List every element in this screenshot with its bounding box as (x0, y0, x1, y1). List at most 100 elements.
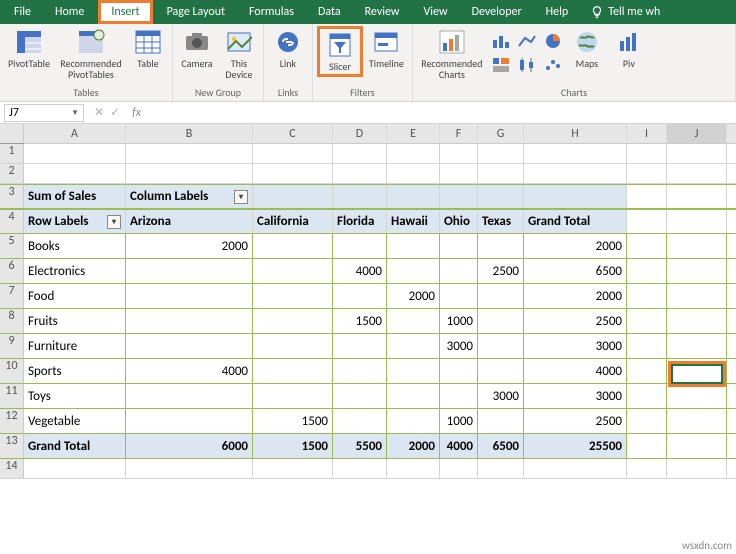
pivot-cell[interactable]: 3000 (478, 384, 524, 408)
slicer-button[interactable]: Slicer (317, 26, 363, 77)
menu-review[interactable]: Review (355, 0, 410, 24)
row-13[interactable]: 13 Grand Total 6000 1500 5500 2000 4000 … (0, 434, 736, 459)
worksheet-grid[interactable]: A B C D E F G H I J 1 2 3 Sum of Sales C… (0, 124, 736, 479)
pivot-row-label[interactable]: Toys (24, 384, 126, 408)
menu-data[interactable]: Data (308, 0, 351, 24)
col-header-G[interactable]: G (478, 124, 524, 143)
pivot-row-label[interactable]: Books (24, 234, 126, 258)
scatter-chart-icon[interactable] (541, 54, 565, 76)
recommended-charts-button[interactable]: Recommended Charts (417, 26, 487, 82)
pivot-cell[interactable] (253, 284, 333, 308)
menu-page-layout[interactable]: Page Layout (157, 0, 235, 24)
pivot-cell[interactable] (387, 359, 440, 383)
pivot-cell[interactable] (478, 359, 524, 383)
pivot-cell[interactable] (333, 334, 387, 358)
link-button[interactable]: Link (268, 26, 308, 71)
recommended-pivottables-button[interactable]: Recommended PivotTables (56, 26, 126, 82)
pivot-column-labels[interactable]: Column Labels ▾ (126, 185, 253, 208)
hierarchy-chart-icon[interactable] (489, 54, 513, 76)
row-1[interactable]: 1 (0, 144, 736, 164)
pivot-cell[interactable] (253, 309, 333, 333)
pivot-cell[interactable] (126, 309, 253, 333)
pivot-cell[interactable] (478, 234, 524, 258)
pivot-cell[interactable] (253, 384, 333, 408)
pivot-cell[interactable]: 1500 (333, 309, 387, 333)
menu-developer[interactable]: Developer (462, 0, 532, 24)
col-header-A[interactable]: A (24, 124, 126, 143)
row-3[interactable]: 3 Sum of Sales Column Labels ▾ (0, 184, 736, 209)
pivot-row-labels[interactable]: Row Labels ▾ (24, 210, 126, 233)
pivot-row-label[interactable]: Food (24, 284, 126, 308)
menu-insert[interactable]: Insert (98, 0, 152, 24)
row-10[interactable]: 10Sports40004000 (0, 359, 736, 384)
pivot-row-total[interactable]: 3000 (524, 384, 627, 408)
pivot-cell[interactable] (126, 384, 253, 408)
column-headers[interactable]: A B C D E F G H I J (0, 124, 736, 144)
pivot-cell[interactable] (440, 359, 478, 383)
pivot-cell[interactable] (387, 409, 440, 433)
row-12[interactable]: 12Vegetable150010002500 (0, 409, 736, 434)
pivot-cell[interactable] (478, 334, 524, 358)
row-8[interactable]: 8Fruits150010002500 (0, 309, 736, 334)
statistic-chart-icon[interactable] (515, 54, 539, 76)
pivot-row-total[interactable]: 2500 (524, 309, 627, 333)
pie-chart-icon[interactable] (541, 30, 565, 52)
row-6[interactable]: 6Electronics400025006500 (0, 259, 736, 284)
pivot-row-total[interactable]: 4000 (524, 359, 627, 383)
chevron-down-icon[interactable]: ▼ (71, 108, 79, 118)
formula-input[interactable] (153, 104, 736, 122)
timeline-button[interactable]: Timeline (365, 26, 408, 71)
col-header-H[interactable]: H (524, 124, 627, 143)
row-11[interactable]: 11Toys30003000 (0, 384, 736, 409)
dropdown-icon[interactable]: ▾ (234, 190, 248, 204)
this-device-button[interactable]: This Device (219, 26, 259, 82)
pivot-cell[interactable] (333, 359, 387, 383)
select-all-corner[interactable] (0, 124, 24, 144)
pivot-cell[interactable] (478, 409, 524, 433)
pivot-cell[interactable] (333, 284, 387, 308)
row-4[interactable]: 4 Row Labels ▾ Arizona California Florid… (0, 209, 736, 234)
col-header-D[interactable]: D (333, 124, 387, 143)
pivot-cell[interactable] (440, 234, 478, 258)
pivot-cell[interactable] (126, 409, 253, 433)
cancel-icon[interactable]: ✕ (94, 105, 104, 120)
row-7[interactable]: 7Food20002000 (0, 284, 736, 309)
pivottable-button[interactable]: PivotTable (4, 26, 54, 71)
pivot-cell[interactable] (387, 384, 440, 408)
pivot-cell[interactable] (253, 259, 333, 283)
name-box[interactable]: J7 ▼ (4, 104, 84, 122)
pivot-cell[interactable] (440, 284, 478, 308)
col-header-B[interactable]: B (126, 124, 253, 143)
pivot-cell[interactable] (478, 284, 524, 308)
pivot-cell[interactable]: 3000 (440, 334, 478, 358)
column-chart-icon[interactable] (489, 30, 513, 52)
tell-me[interactable]: Tell me wh (590, 5, 660, 19)
pivot-cell[interactable] (126, 259, 253, 283)
menu-help[interactable]: Help (536, 0, 579, 24)
pivot-cell[interactable] (253, 234, 333, 258)
pivot-row-total[interactable]: 2000 (524, 234, 627, 258)
pivot-cell[interactable]: 4000 (126, 359, 253, 383)
dropdown-icon[interactable]: ▾ (107, 215, 121, 229)
pivot-cell[interactable]: 2000 (126, 234, 253, 258)
pivot-cell[interactable] (440, 384, 478, 408)
pivot-cell[interactable] (333, 384, 387, 408)
col-header-J[interactable]: J (667, 124, 727, 143)
row-2[interactable]: 2 (0, 164, 736, 184)
pivot-row-total[interactable]: 3000 (524, 334, 627, 358)
col-header-F[interactable]: F (440, 124, 478, 143)
pivot-cell[interactable]: 2500 (478, 259, 524, 283)
fx-icon[interactable]: fx (126, 106, 147, 120)
pivot-cell[interactable] (253, 334, 333, 358)
pivot-cell[interactable]: 1000 (440, 309, 478, 333)
menu-formulas[interactable]: Formulas (239, 0, 304, 24)
maps-button[interactable]: Maps (567, 26, 607, 71)
pivot-cell[interactable] (253, 359, 333, 383)
pivot-row-label[interactable]: Vegetable (24, 409, 126, 433)
col-header-E[interactable]: E (387, 124, 440, 143)
col-header-C[interactable]: C (253, 124, 333, 143)
pivot-row-label[interactable]: Electronics (24, 259, 126, 283)
pivot-cell[interactable] (333, 234, 387, 258)
chart-type-gallery[interactable] (489, 26, 565, 76)
col-header-I[interactable]: I (627, 124, 667, 143)
